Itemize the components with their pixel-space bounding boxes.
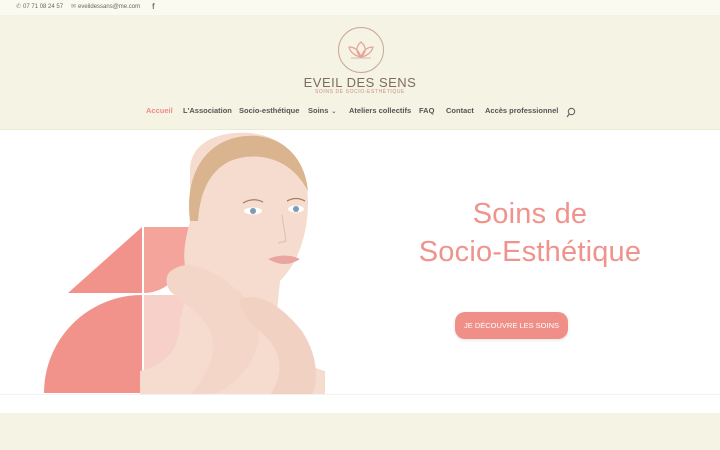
- lotus-logo-icon[interactable]: [338, 27, 384, 73]
- hero-title-line2: Socio-Esthétique: [418, 236, 642, 268]
- email-address: eveildessans@me.com: [78, 3, 141, 10]
- nav-item-soins[interactable]: Soins ⌄: [308, 106, 336, 115]
- brand-name[interactable]: EVEIL DES SENS: [0, 75, 720, 90]
- phone-icon: ✆: [16, 4, 22, 10]
- nav-item-accueil[interactable]: Accueil: [146, 106, 173, 115]
- hero-section: Soins de Socio-Esthétique Je découvre le…: [0, 131, 720, 413]
- hero-title-line1: Soins de: [472, 198, 588, 230]
- nav-item-soins-label: Soins: [308, 106, 329, 115]
- hero-divider: [0, 394, 720, 395]
- site-header: EVEIL DES SENS SOINS DE SOCIO-ESTHÉTIQUE…: [0, 15, 720, 130]
- discover-care-button[interactable]: Je découvre les soins: [455, 312, 568, 339]
- nav-item-contact[interactable]: Contact: [446, 106, 474, 115]
- hero-illustration: [44, 132, 325, 395]
- salmon-quarter-circle: [44, 295, 142, 393]
- phone-contact[interactable]: ✆ 07 71 08 24 57: [16, 3, 64, 11]
- chevron-down-icon: ⌄: [331, 109, 337, 115]
- facebook-icon[interactable]: f: [152, 2, 155, 11]
- next-section-band: [0, 413, 720, 450]
- phone-number: 07 71 08 24 57: [23, 3, 64, 10]
- top-info-bar: ✆ 07 71 08 24 57 ✉ eveildessans@me.com f: [0, 0, 720, 15]
- envelope-icon: ✉: [71, 4, 77, 10]
- nav-item-socio-esthetique[interactable]: Socio-esthétique: [239, 106, 299, 115]
- hero-title: Soins de Socio-Esthétique: [380, 195, 680, 271]
- nav-item-faq[interactable]: FAQ: [419, 106, 434, 115]
- nav-item-ateliers-collectifs[interactable]: Ateliers collectifs: [349, 106, 411, 115]
- nav-item-association[interactable]: L'Association: [183, 106, 232, 115]
- nav-item-acces-professionnel[interactable]: Accès professionnel: [485, 106, 558, 115]
- main-navigation: Accueil L'Association Socio-esthétique S…: [0, 106, 720, 120]
- brand-tagline: SOINS DE SOCIO-ESTHÉTIQUE: [314, 89, 405, 95]
- search-icon[interactable]: [566, 106, 576, 118]
- email-contact[interactable]: ✉ eveildessans@me.com: [71, 3, 141, 11]
